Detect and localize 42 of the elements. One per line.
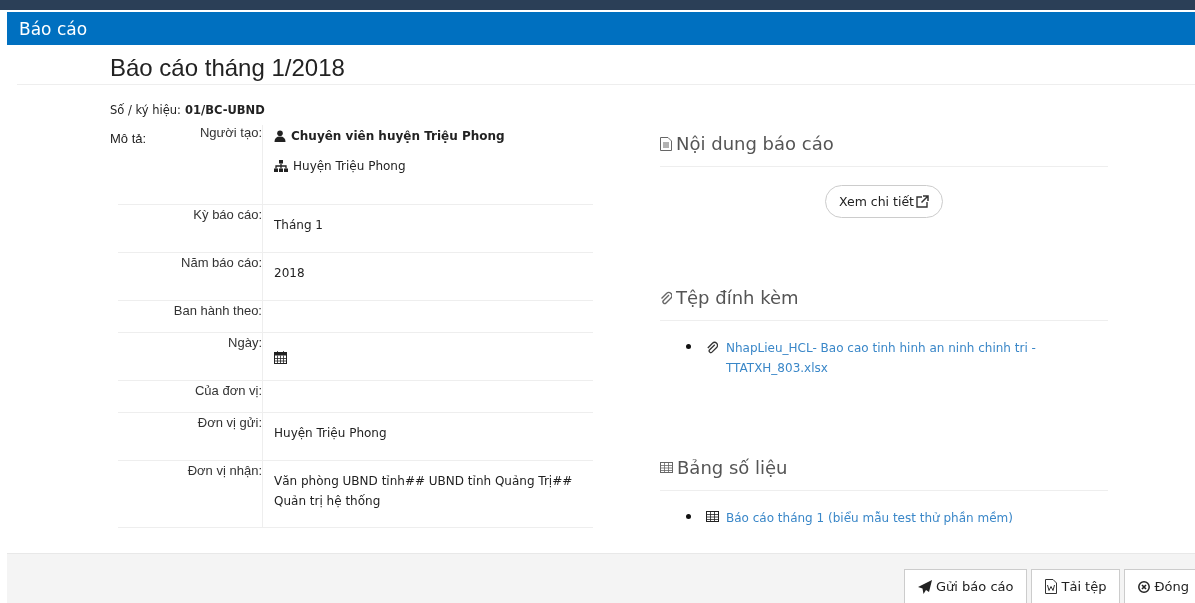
- data-table-link[interactable]: Báo cáo tháng 1 (biểu mẫu test thử phần mềm): [704, 508, 1054, 528]
- calendar-icon: [274, 351, 287, 364]
- table-icon: [706, 511, 719, 522]
- field-value: 2018: [274, 266, 305, 280]
- creator-name: Chuyên viên huyện Triệu Phong: [291, 128, 505, 145]
- field-label: Đơn vị gửi:: [197, 415, 262, 430]
- field-label: Năm báo cáo:: [181, 255, 262, 270]
- section-title: Tệp đính kèm: [676, 287, 799, 308]
- table-icon: [660, 462, 673, 473]
- field-label: Đơn vị nhận:: [187, 463, 262, 478]
- section-title: Bảng số liệu: [677, 457, 788, 478]
- view-detail-button[interactable]: Xem chi tiết: [824, 185, 944, 218]
- external-link-icon: [916, 195, 930, 208]
- footer-button[interactable]: Đóng: [1124, 569, 1195, 603]
- section-title: Nội dung báo cáo: [676, 133, 834, 154]
- field-value: Huyện Triệu Phong: [274, 426, 387, 440]
- code-label: Số / ký hiệu:: [110, 103, 181, 117]
- footer-button[interactable]: Tải tệp: [1031, 569, 1121, 603]
- code-value: 01/BC-UBND: [184, 103, 265, 117]
- field-label: Kỳ báo cáo:: [193, 207, 262, 222]
- report-title: Báo cáo tháng 1/2018: [17, 45, 1195, 85]
- field-label: Ban hành theo:: [173, 303, 262, 318]
- dialog-title: Báo cáo: [19, 18, 88, 39]
- close-icon: [1138, 580, 1151, 593]
- bullet-icon: [686, 514, 691, 519]
- field-label: Của đơn vị:: [194, 383, 262, 398]
- bullet-icon: [686, 344, 691, 349]
- sitemap-icon: [274, 160, 288, 172]
- footer-button[interactable]: Gửi báo cáo: [904, 569, 1028, 603]
- send-icon: [918, 579, 933, 594]
- paperclip-icon: [660, 290, 672, 305]
- creator-unit: Huyện Triệu Phong: [293, 158, 406, 175]
- user-icon: [274, 130, 286, 142]
- description-label: Mô tả:: [110, 131, 147, 146]
- field-label: Người tạo:: [199, 125, 262, 140]
- field-value: Tháng 1: [274, 218, 323, 232]
- attachment-link[interactable]: NhapLieu_HCL- Bao cao tinh hinh an ninh chinh tri - TTATXH_803.xlsx: [704, 338, 1054, 378]
- field-value: Văn phòng UBND tỉnh## UBND tỉnh Quảng Trị## Quản trị hệ thống: [274, 474, 573, 508]
- document-icon: [660, 136, 672, 151]
- word-file-icon: [1045, 579, 1058, 594]
- paperclip-icon: [706, 341, 718, 354]
- field-label: Ngày:: [228, 335, 262, 350]
